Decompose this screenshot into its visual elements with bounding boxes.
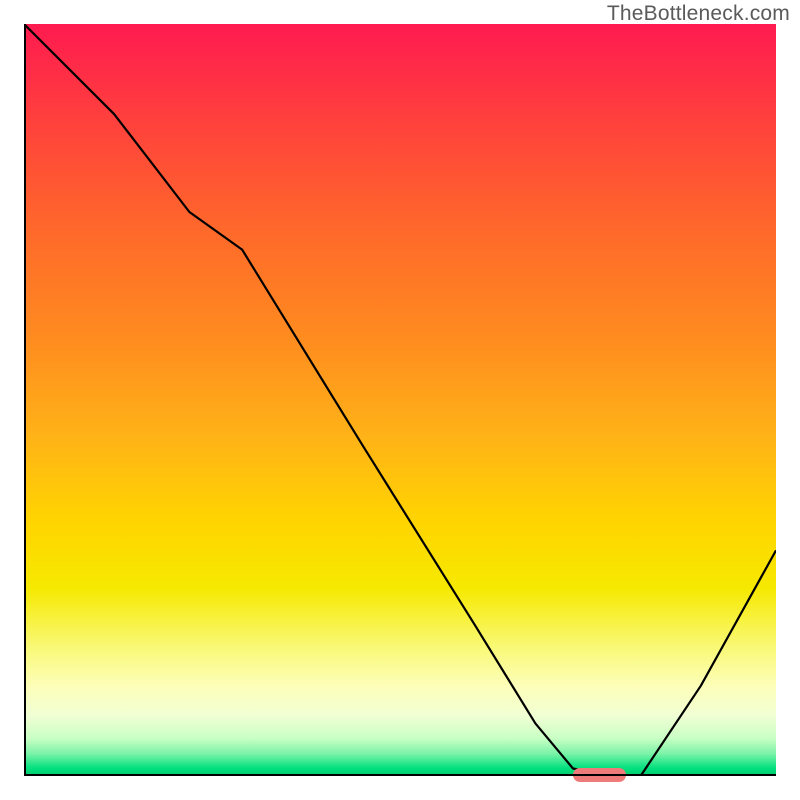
watermark-text: TheBottleneck.com [607,2,790,26]
curve-svg [24,24,776,776]
chart-container: TheBottleneck.com [0,0,800,800]
plot-area [24,24,776,776]
bottleneck-curve-path [24,24,776,776]
y-axis [24,24,26,776]
x-axis [24,774,776,776]
